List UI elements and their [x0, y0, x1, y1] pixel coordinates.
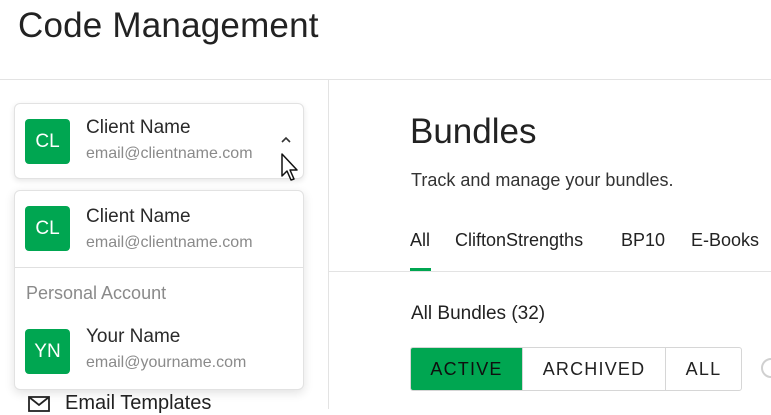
avatar: CL	[25, 206, 70, 251]
chevron-up-icon[interactable]	[280, 135, 292, 145]
tabs-divider	[329, 271, 771, 272]
avatar: YN	[25, 329, 70, 374]
header-divider	[0, 79, 771, 80]
sidebar-item-label: Email Templates	[65, 392, 212, 414]
account-name: Client Name	[86, 117, 191, 138]
bundles-count-heading: All Bundles (32)	[411, 303, 546, 324]
filter-active-button[interactable]: ACTIVE	[411, 348, 523, 390]
mail-icon	[28, 396, 50, 412]
account-name: Your Name	[86, 326, 181, 347]
account-dropdown: CL Client Name email@clientname.com Pers…	[14, 190, 304, 390]
page-title: Code Management	[18, 6, 319, 45]
mouse-cursor-icon	[281, 153, 298, 181]
dropdown-item-personal[interactable]: YN Your Name email@yourname.com	[15, 316, 303, 386]
filter-archived-button[interactable]: ARCHIVED	[523, 348, 666, 390]
main-subtitle: Track and manage your bundles.	[411, 170, 674, 190]
account-email: email@clientname.com	[86, 234, 253, 251]
tab-all[interactable]: All	[410, 230, 430, 251]
account-name: Client Name	[86, 206, 191, 227]
tab-cliftonstrengths[interactable]: CliftonStrengths	[455, 230, 583, 251]
sidebar-divider	[328, 80, 329, 409]
personal-account-label: Personal Account	[26, 283, 167, 303]
status-filter: ACTIVE ARCHIVED ALL	[410, 347, 742, 391]
tab-e-books[interactable]: E-Books	[691, 230, 759, 251]
dropdown-item-client[interactable]: CL Client Name email@clientname.com	[15, 194, 303, 264]
filter-all-button[interactable]: ALL	[666, 348, 741, 390]
avatar: CL	[25, 119, 70, 164]
account-selector[interactable]: CL Client Name email@clientname.com	[14, 103, 304, 179]
main-title: Bundles	[410, 112, 537, 151]
toggle-control[interactable]	[761, 358, 771, 378]
tab-bp10[interactable]: BP10	[621, 230, 665, 251]
account-email: email@yourname.com	[86, 354, 247, 371]
dropdown-divider	[15, 267, 303, 268]
account-email: email@clientname.com	[86, 145, 253, 162]
